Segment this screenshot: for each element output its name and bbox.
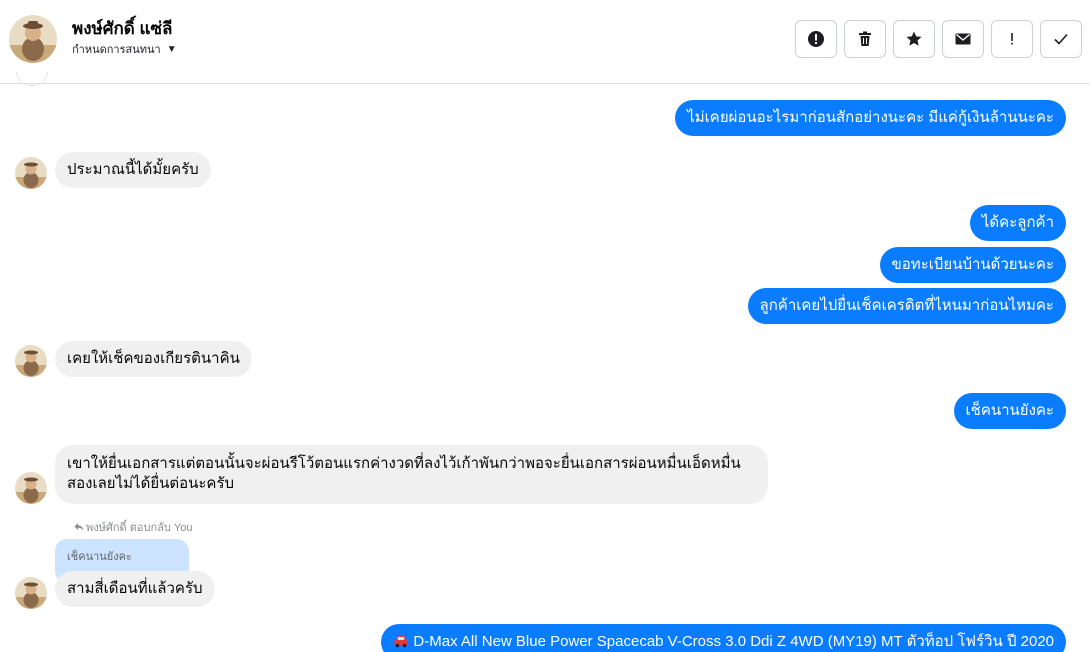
avatar[interactable]: [9, 15, 57, 63]
message-incoming[interactable]: เคยให้เช็คของเกียรตินาคิน: [55, 341, 252, 377]
message-incoming[interactable]: ประมาณนี้ได้มั้ยครับ: [55, 152, 211, 188]
contact-name: พงษ์ศักดิ์ แซ่ลี: [72, 19, 173, 38]
assign-label: กำหนดการสนทนา: [72, 44, 161, 56]
envelope-icon: [955, 33, 971, 45]
reply-indicator: พงษ์ศักดิ์ ตอบกลับ You: [74, 518, 192, 536]
header-toolbar: [795, 20, 1082, 58]
alert-button[interactable]: [795, 20, 837, 58]
exclamation-icon: [1011, 33, 1013, 45]
message-outgoing[interactable]: ขอทะเบียนบ้านด้วยนะคะ: [879, 247, 1066, 283]
conversation-header: พงษ์ศักดิ์ แซ่ลี กำหนดการสนทนา ▼: [0, 0, 1090, 84]
conversation-view: พงษ์ศักดิ์ แซ่ลี กำหนดการสนทนา ▼ ไม่เคยผ…: [0, 0, 1090, 652]
message-incoming[interactable]: สามสี่เดือนที่แล้วครับ: [55, 571, 215, 607]
reply-meta-text: พงษ์ศักดิ์ ตอบกลับ You: [86, 522, 193, 534]
avatar: [15, 577, 47, 609]
avatar: [15, 472, 47, 504]
done-button[interactable]: [1040, 20, 1082, 58]
message-outgoing[interactable]: เช็คนานยังคะ: [953, 393, 1066, 429]
important-button[interactable]: [991, 20, 1033, 58]
star-icon: [906, 31, 922, 46]
delete-button[interactable]: [844, 20, 886, 58]
message-outgoing[interactable]: ได้คะลูกค้า: [969, 205, 1066, 241]
message-text: D-Max All New Blue Power Spacecab V-Cros…: [413, 633, 1054, 650]
reply-icon: [74, 523, 84, 531]
avatar: [15, 157, 47, 189]
message-outgoing[interactable]: D-Max All New Blue Power Spacecab V-Cros…: [381, 624, 1066, 652]
caret-down-icon: ▼: [166, 43, 177, 55]
assign-conversation-dropdown[interactable]: กำหนดการสนทนา ▼: [72, 40, 177, 58]
message-outgoing[interactable]: ลูกค้าเคยไปยื่นเช็คเครดิตที่ไหนมาก่อนไหม…: [747, 288, 1066, 324]
check-icon: [1054, 33, 1068, 45]
avatar: [15, 345, 47, 377]
exclamation-circle-icon: [808, 31, 824, 47]
mail-button[interactable]: [942, 20, 984, 58]
trash-icon: [859, 31, 871, 46]
message-incoming[interactable]: เขาให้ยื่นเอกสารแต่ตอนนั้นจะผ่อนรีโว้ตอน…: [55, 445, 768, 504]
star-button[interactable]: [893, 20, 935, 58]
car-icon: [394, 636, 408, 648]
message-outgoing[interactable]: ไม่เคยผ่อนอะไรมาก่อนสักอย่างนะคะ มีแค่กู…: [675, 100, 1066, 136]
